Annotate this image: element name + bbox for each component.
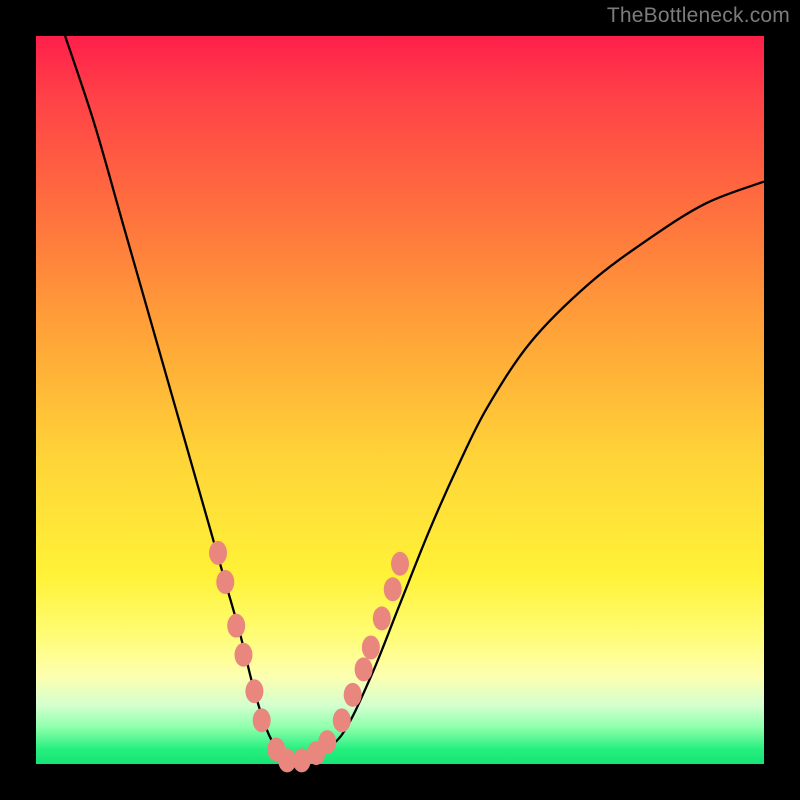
chart-svg [36, 36, 764, 764]
chart-plot-area [36, 36, 764, 764]
curve-marker [318, 730, 336, 754]
bottleneck-curve [65, 36, 764, 764]
chart-frame: TheBottleneck.com [0, 0, 800, 800]
watermark-text: TheBottleneck.com [607, 4, 790, 28]
curve-marker [245, 679, 263, 703]
curve-marker [362, 636, 380, 660]
curve-marker [253, 708, 271, 732]
curve-marker [333, 708, 351, 732]
curve-marker [384, 577, 402, 601]
curve-marker [209, 541, 227, 565]
curve-marker [373, 606, 391, 630]
curve-marker [216, 570, 234, 594]
curve-marker [227, 614, 245, 638]
curve-marker [234, 643, 252, 667]
curve-marker [391, 552, 409, 576]
curve-marker [344, 683, 362, 707]
curve-marker [355, 657, 373, 681]
